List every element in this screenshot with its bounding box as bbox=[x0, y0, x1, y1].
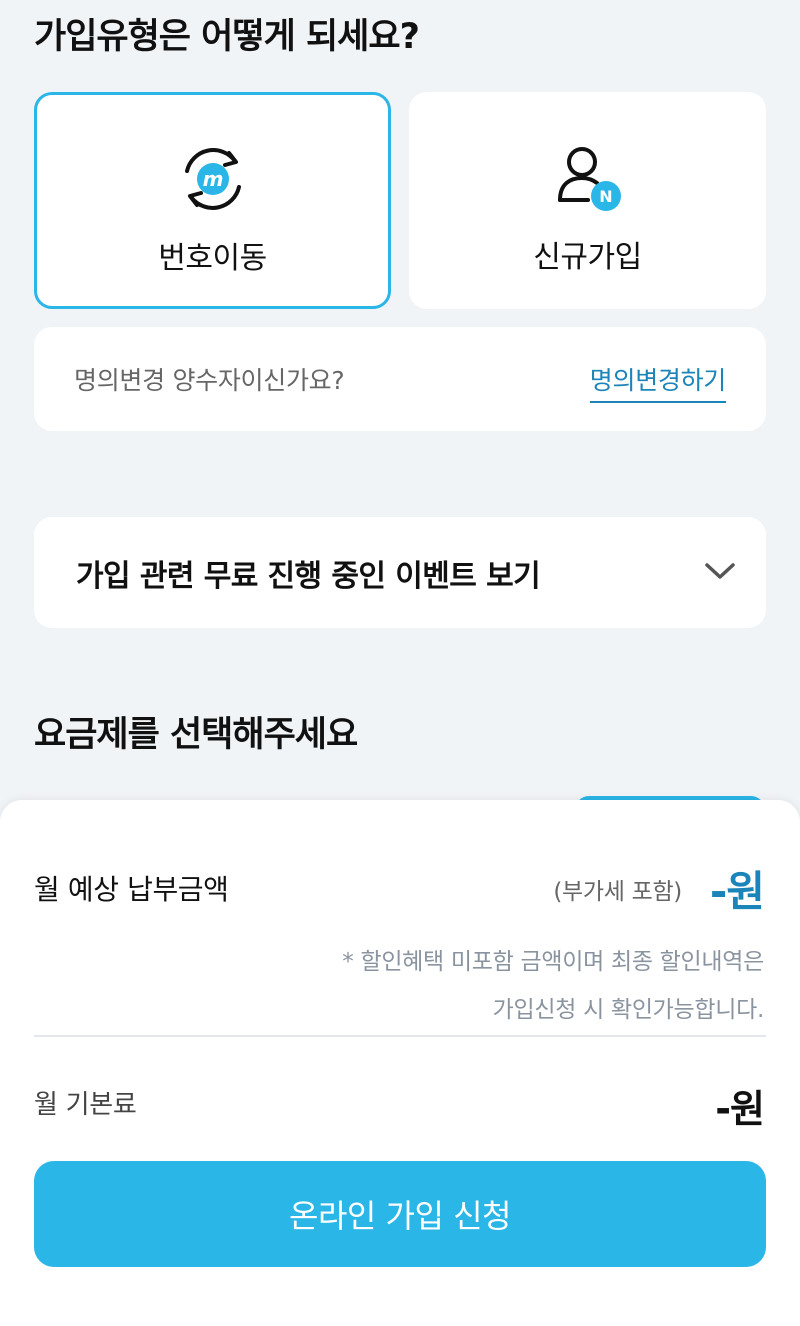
name-change-box: 명의변경 양수자이신가요? 명의변경하기 bbox=[34, 327, 766, 431]
name-change-question: 명의변경 양수자이신가요? bbox=[74, 366, 345, 395]
name-change-link[interactable]: 명의변경하기 bbox=[589, 361, 726, 403]
price-summary-sheet: 월 예상 납부금액 (부가세 포함) -원 * 할인혜택 미포함 금액이며 최종… bbox=[0, 800, 800, 1326]
chevron-down-icon bbox=[705, 563, 735, 579]
base-fee-label: 월 기본료 bbox=[34, 1090, 137, 1120]
vat-included-label: (부가세 포함) bbox=[553, 879, 682, 905]
join-type-title: 가입유형은 어떻게 되세요? bbox=[34, 17, 420, 57]
new-join-label: 신규가입 bbox=[533, 240, 642, 275]
new-user-icon: N bbox=[548, 138, 628, 218]
event-label: 가입 관련 무료 진행 중인 이벤트 보기 bbox=[76, 559, 541, 594]
number-transfer-option[interactable]: m 번호이동 bbox=[34, 92, 391, 309]
join-page: 가입유형은 어떻게 되세요? m 번호이동 N 신규가입 명의변경 양수자이신가… bbox=[0, 0, 800, 1326]
event-accordion[interactable]: 가입 관련 무료 진행 중인 이벤트 보기 bbox=[34, 517, 766, 628]
plan-title: 요금제를 선택해주세요 bbox=[34, 715, 358, 755]
divider bbox=[34, 1035, 766, 1037]
discount-note-line2: 가입신청 시 확인가능합니다. bbox=[492, 997, 765, 1023]
base-fee-amount: -원 bbox=[715, 1087, 765, 1131]
transfer-badge-text: m bbox=[202, 167, 223, 191]
monthly-payment-amount: -원 bbox=[709, 867, 765, 916]
discount-note: * 할인혜택 미포함 금액이며 최종 할인내역은 가입신청 시 확인가능합니다. bbox=[204, 938, 764, 1034]
number-transfer-label: 번호이동 bbox=[158, 241, 267, 276]
online-apply-button[interactable]: 온라인 가입 신청 bbox=[34, 1161, 766, 1267]
number-transfer-icon: m bbox=[173, 139, 253, 219]
new-join-option[interactable]: N 신규가입 bbox=[409, 92, 766, 309]
discount-note-line1: * 할인혜택 미포함 금액이며 최종 할인내역은 bbox=[342, 949, 764, 975]
new-badge-text: N bbox=[599, 187, 612, 206]
monthly-payment-label: 월 예상 납부금액 bbox=[34, 873, 229, 906]
